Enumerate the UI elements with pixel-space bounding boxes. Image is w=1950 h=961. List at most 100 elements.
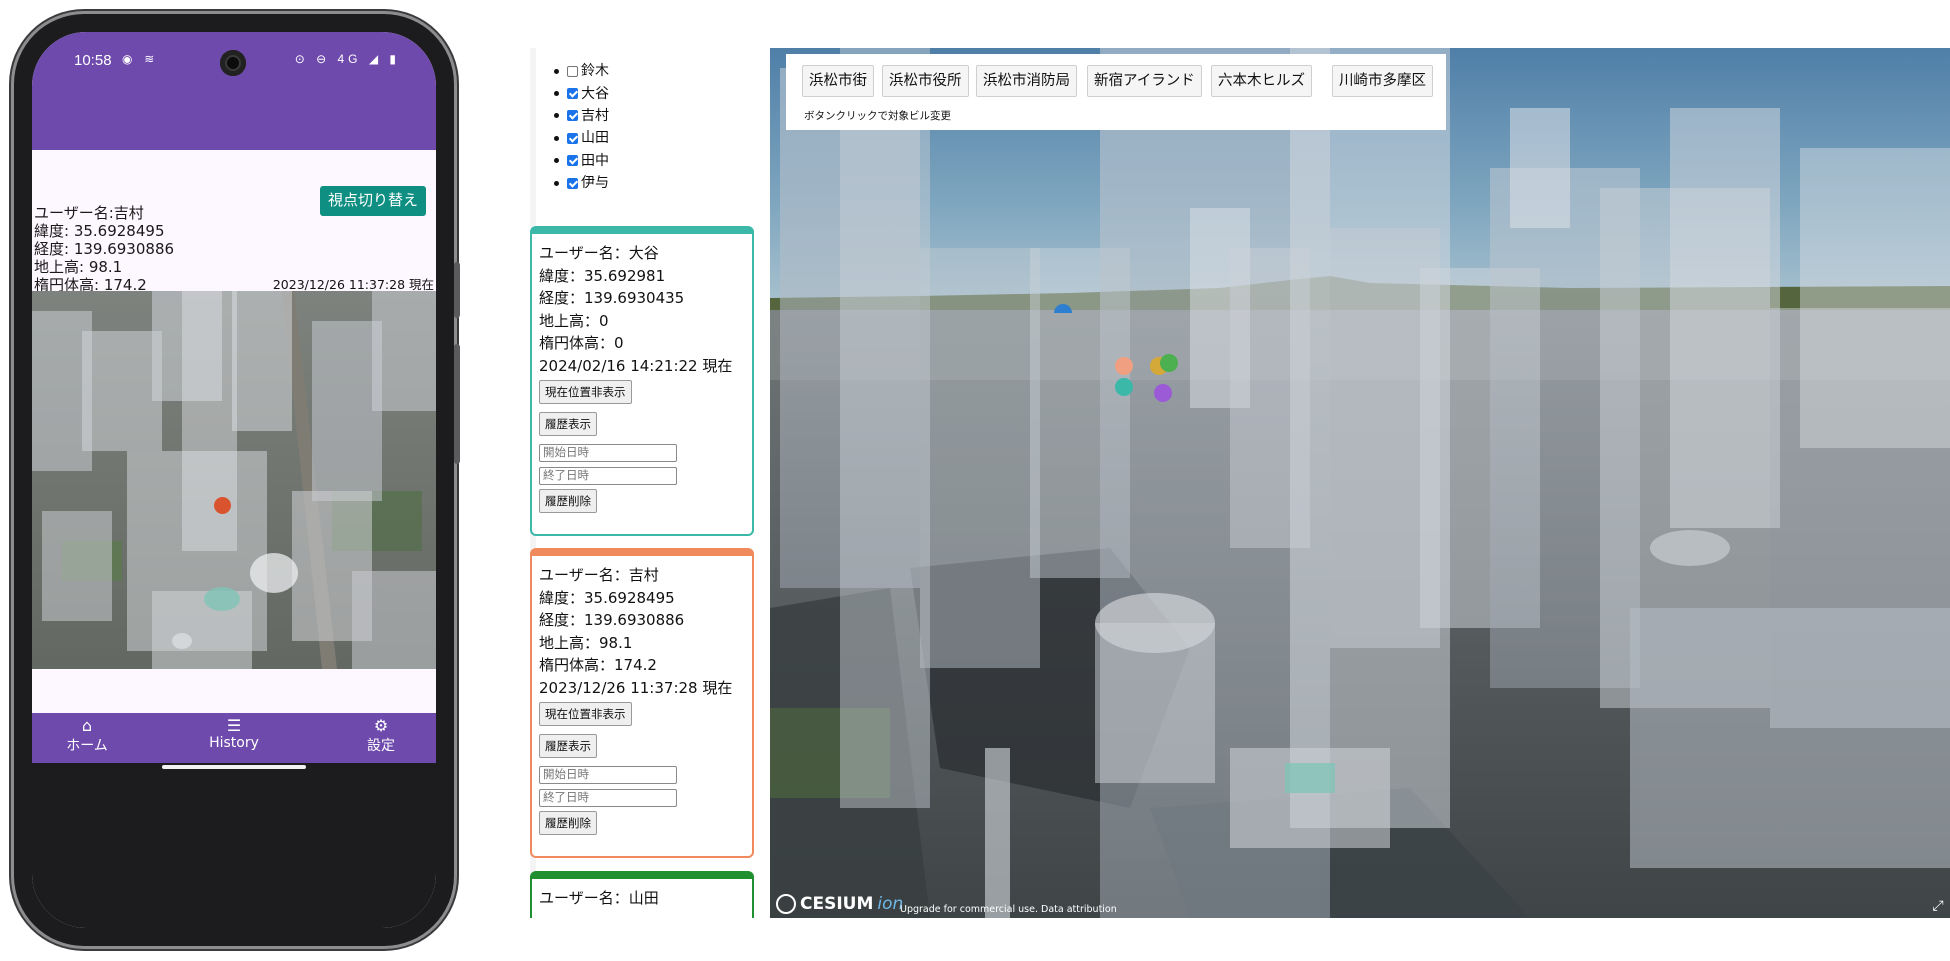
bullet — [554, 113, 559, 119]
bullet — [554, 68, 559, 74]
start-datetime-input[interactable] — [539, 766, 677, 784]
user-location-marker[interactable] — [214, 497, 231, 514]
card-ground-height: 地上高：0 — [539, 311, 609, 330]
list-item: 吉村 — [554, 105, 609, 127]
phone-frame: 10:58 ◉ ≋ ⊙ ⊖ 4G ◢ ▮ ユーザー名:吉村 緯度: 35.692… — [14, 14, 460, 946]
status-bar: 10:58 ◉ ≋ ⊙ ⊖ 4G ◢ ▮ — [32, 32, 436, 86]
bullet — [554, 180, 559, 186]
list-item: 田中 — [554, 150, 609, 172]
card-timestamp: 2023/12/26 11:37:28 現在 — [539, 678, 733, 697]
target-building-button[interactable]: 浜松市役所 — [882, 65, 969, 97]
phone-blank-space — [32, 669, 436, 713]
user-name: 山田 — [581, 130, 609, 147]
sidebar: 鈴木 大谷 吉村 山田 田中 伊与 ユーザー名：大谷 緯度：35.692981 … — [530, 48, 770, 918]
target-building-button[interactable]: 川崎市多摩区 — [1332, 65, 1433, 97]
status-notification-icons: ◉ ≋ — [122, 52, 159, 66]
front-camera — [220, 50, 246, 76]
user-card: ユーザー名：山田 — [530, 871, 754, 918]
card-longitude: 経度：139.6930435 — [539, 289, 685, 307]
list-item: 伊与 — [554, 172, 609, 194]
status-time: 10:58 — [74, 52, 112, 69]
delete-history-button[interactable]: 履歴削除 — [539, 489, 597, 513]
phone-power-button — [454, 344, 460, 464]
bullet — [554, 91, 559, 97]
bottom-navigation: ⌂ ホーム ☰ History ⚙ 設定 — [32, 713, 436, 763]
target-building-button[interactable]: 浜松市消防局 — [976, 65, 1077, 97]
list-icon: ☰ — [226, 716, 242, 735]
delete-history-button[interactable]: 履歴削除 — [539, 811, 597, 835]
nav-history[interactable]: ☰ History — [179, 716, 289, 752]
card-ellipsoid-height: 楕円体高：174.2 — [539, 656, 657, 674]
phone-volume-button — [454, 262, 460, 318]
user-name: 鈴木 — [581, 63, 609, 80]
phone-map-render — [32, 291, 436, 669]
bullet — [554, 158, 559, 164]
cesium-logo-text: CESIUM — [800, 894, 874, 914]
cesium-logo-icon — [776, 894, 796, 914]
card-username: ユーザー名：吉村 — [539, 566, 659, 584]
user-checkbox[interactable] — [567, 132, 578, 144]
list-item: 山田 — [554, 127, 609, 149]
cesium-3d-viewer[interactable]: 浜松市街 浜松市役所 浜松市消防局 新宿アイランド 六本木ヒルズ 川崎市多摩区 … — [770, 48, 1950, 918]
show-history-button[interactable]: 履歴表示 — [539, 734, 597, 758]
nav-settings[interactable]: ⚙ 設定 — [326, 717, 436, 755]
data-attribution-link[interactable]: Upgrade for commercial use. Data attribu… — [900, 904, 1117, 915]
user-name: 大谷 — [581, 85, 609, 102]
user-marker[interactable] — [1160, 354, 1178, 372]
user-marker[interactable] — [1154, 384, 1172, 402]
target-building-button[interactable]: 新宿アイランド — [1087, 65, 1202, 97]
cesium-logo[interactable]: CESIUM ion — [776, 894, 903, 914]
start-datetime-input[interactable] — [539, 444, 677, 462]
city-scene — [770, 48, 1950, 918]
user-name: 田中 — [581, 152, 609, 169]
nav-history-label: History — [209, 735, 259, 751]
building-toolbar: 浜松市街 浜松市役所 浜松市消防局 新宿アイランド 六本木ヒルズ 川崎市多摩区 … — [786, 54, 1446, 130]
hide-location-button[interactable]: 現在位置非表示 — [539, 702, 632, 726]
app-bar — [32, 86, 436, 150]
end-datetime-input[interactable] — [539, 789, 677, 807]
phone-3d-map[interactable] — [32, 291, 436, 669]
user-name: 伊与 — [581, 175, 609, 192]
card-longitude: 経度：139.6930886 — [539, 611, 685, 629]
card-username: ユーザー名：大谷 — [539, 244, 659, 262]
home-icon: ⌂ — [81, 716, 93, 735]
user-marker[interactable] — [1115, 357, 1133, 375]
user-card: ユーザー名：吉村 緯度：35.6928495 経度：139.6930886 地上… — [530, 548, 754, 858]
card-latitude: 緯度：35.692981 — [539, 266, 666, 285]
list-item: 大谷 — [554, 82, 609, 104]
status-system-icons: ⊙ ⊖ 4G ◢ ▮ — [294, 52, 400, 66]
switch-view-button[interactable]: 視点切り替え — [319, 186, 426, 216]
card-ground-height: 地上高：98.1 — [539, 633, 633, 652]
user-card: ユーザー名：大谷 緯度：35.692981 経度：139.6930435 地上高… — [530, 226, 754, 536]
bullet — [554, 135, 559, 141]
nav-home-label: ホーム — [66, 738, 108, 754]
user-info-panel: ユーザー名:吉村 緯度: 35.6928495 経度: 139.6930886 … — [32, 150, 436, 294]
card-username: ユーザー名：山田 — [539, 889, 659, 907]
home-gesture-bar[interactable] — [162, 765, 306, 769]
toolbar-hint: ボタンクリックで対象ビル変更 — [804, 110, 951, 122]
user-checkbox[interactable] — [567, 177, 578, 189]
target-building-button[interactable]: 六本木ヒルズ — [1211, 65, 1312, 97]
card-latitude: 緯度：35.6928495 — [539, 588, 675, 607]
user-checklist: 鈴木 大谷 吉村 山田 田中 伊与 — [554, 60, 609, 194]
list-item: 鈴木 — [554, 60, 609, 82]
user-checkbox[interactable] — [567, 88, 578, 100]
fullscreen-icon[interactable]: ⤢ — [1928, 896, 1948, 916]
user-checkbox[interactable] — [567, 155, 578, 167]
web-app: 鈴木 大谷 吉村 山田 田中 伊与 ユーザー名：大谷 緯度：35.692981 … — [530, 48, 1950, 918]
nav-home[interactable]: ⌂ ホーム — [32, 717, 142, 755]
gesture-area — [32, 763, 436, 928]
user-name: 吉村 — [581, 107, 609, 124]
show-history-button[interactable]: 履歴表示 — [539, 412, 597, 436]
user-marker[interactable] — [1115, 378, 1133, 396]
phone-screen: 10:58 ◉ ≋ ⊙ ⊖ 4G ◢ ▮ ユーザー名:吉村 緯度: 35.692… — [32, 32, 436, 928]
gear-icon: ⚙ — [373, 716, 389, 735]
target-building-button[interactable]: 浜松市街 — [802, 65, 874, 97]
user-checkbox[interactable] — [567, 110, 578, 122]
card-timestamp: 2024/02/16 14:21:22 現在 — [539, 356, 733, 375]
nav-settings-label: 設定 — [367, 738, 395, 754]
end-datetime-input[interactable] — [539, 467, 677, 485]
hide-location-button[interactable]: 現在位置非表示 — [539, 380, 632, 404]
user-checkbox[interactable] — [567, 65, 578, 77]
card-ellipsoid-height: 楕円体高：0 — [539, 334, 624, 352]
